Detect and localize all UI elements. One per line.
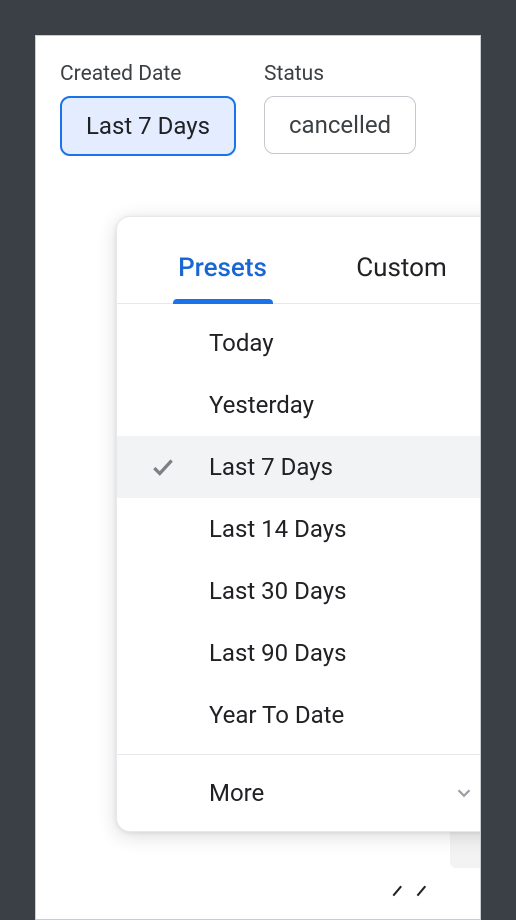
date-presets-dropdown: Presets Custom Today Yesterday Last 7 Days…	[116, 216, 481, 832]
preset-item[interactable]: Last 90 Days	[117, 622, 481, 684]
filter-created-date: Created Date Last 7 Days	[60, 62, 236, 156]
preset-list: Today Yesterday Last 7 Days Last 14 Days Las…	[117, 304, 481, 754]
tab-presets[interactable]: Presets	[133, 231, 312, 303]
preset-item[interactable]: Last 14 Days	[117, 498, 481, 560]
more-label: More	[117, 779, 453, 807]
tab-custom[interactable]: Custom	[312, 231, 481, 303]
preset-item-label: Last 7 Days	[209, 453, 333, 481]
preset-item[interactable]: Yesterday	[117, 374, 481, 436]
preset-item[interactable]: Last 7 Days	[117, 436, 481, 498]
preset-item-label: Year To Date	[209, 701, 344, 729]
check-icon	[150, 454, 176, 480]
check-slot	[117, 454, 209, 480]
preset-item-label: Last 30 Days	[209, 577, 346, 605]
preset-item-label: Yesterday	[209, 391, 314, 419]
main-panel: Created Date Last 7 Days Status cancelle…	[35, 35, 481, 920]
filter-label-status: Status	[264, 62, 416, 86]
filter-status: Status cancelled	[264, 62, 416, 156]
created-date-pill[interactable]: Last 7 Days	[60, 96, 236, 156]
dropdown-tabs: Presets Custom	[117, 217, 481, 304]
more-button[interactable]: More	[117, 754, 481, 831]
filter-label-created-date: Created Date	[60, 62, 236, 86]
preset-item-label: Last 90 Days	[209, 639, 346, 667]
preset-item-label: Last 14 Days	[209, 515, 346, 543]
preset-item[interactable]: Last 30 Days	[117, 560, 481, 622]
chevron-down-icon	[453, 782, 475, 804]
background-bottom-text: ᐟ ᐟ	[391, 880, 430, 915]
status-pill[interactable]: cancelled	[264, 96, 416, 154]
preset-item-label: Today	[209, 329, 274, 357]
filters-row: Created Date Last 7 Days Status cancelle…	[60, 62, 456, 156]
preset-item[interactable]: Today	[117, 312, 481, 374]
preset-item[interactable]: Year To Date	[117, 684, 481, 746]
